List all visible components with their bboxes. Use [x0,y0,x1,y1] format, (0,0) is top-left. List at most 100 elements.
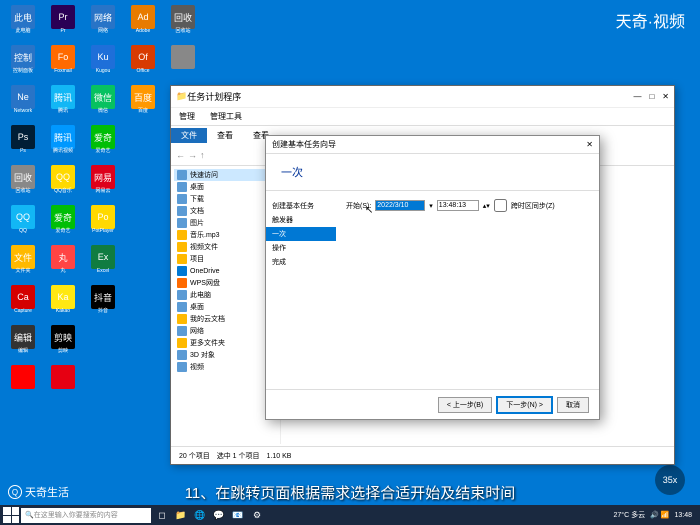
sidebar-item[interactable]: 项目 [174,253,277,265]
sync-label: 跨时区同步(Z) [511,201,555,211]
sidebar-item[interactable]: 网络 [174,325,277,337]
start-label: 开始(S): [346,201,371,211]
ribbon-tools[interactable]: 管理工具 [210,111,242,122]
taskbar: 🔍 在这里输入你要搜索的内容 ◻ 📁 🌐 💬 📧 ⚙ 27°C 多云 🔊 📶 1… [0,505,700,525]
wizard-nav-item[interactable]: 触发器 [266,213,336,227]
wizard-nav: 创建基本任务触发器一次操作完成 [266,191,336,386]
desktop-icon[interactable]: 网易网易云 [85,165,121,201]
desktop-icon[interactable]: AdAdobe [125,5,161,41]
sidebar-item[interactable]: 视频 [174,361,277,373]
date-input[interactable] [375,200,425,211]
desktop-icon[interactable]: 抖音抖音 [85,285,121,321]
desktop-icon[interactable]: 腾讯腾讯 [45,85,81,121]
subtitle-caption: 11、在跳转页面根据需求选择合适开始及结束时间 [0,482,700,503]
wizard-nav-item[interactable]: 创建基本任务 [266,199,336,213]
forward-arrow-icon[interactable]: → [188,150,197,160]
desktop-icon[interactable] [45,365,81,401]
desktop-icon[interactable]: QQQQ [5,205,41,241]
desktop-icon[interactable] [165,45,201,81]
next-button[interactable]: 下一步(N) > [497,397,552,413]
up-arrow-icon[interactable]: ↑ [200,150,205,160]
taskbar-icon[interactable]: 🌐 [191,507,209,523]
desktop-icon[interactable]: 剪映剪映 [45,325,81,361]
tray-icons[interactable]: 🔊 📶 [650,511,669,519]
taskbar-icon[interactable]: ◻ [153,507,171,523]
desktop-icon[interactable]: 控制控制面板 [5,45,41,81]
desktop-icon[interactable]: 网络网络 [85,5,121,41]
watermark-logo: 天奇·视频 [616,8,685,32]
sidebar-item[interactable]: 快速访问 [174,169,277,181]
sidebar-item[interactable]: 此电脑 [174,289,277,301]
back-button[interactable]: < 上一步(B) [438,397,492,413]
sidebar-item[interactable]: 下载 [174,193,277,205]
wizard-nav-item[interactable]: 一次 [266,227,336,241]
sidebar-item[interactable]: 桌面 [174,301,277,313]
desktop-icon[interactable]: 回收回收站 [5,165,41,201]
desktop-icon[interactable]: 腾讯腾讯视频 [45,125,81,161]
desktop-icon[interactable]: 此电此电脑 [5,5,41,41]
desktop-icon[interactable]: KuKugou [85,45,121,81]
taskbar-icon[interactable]: 📧 [229,507,247,523]
desktop-icon[interactable]: 丸丸 [45,245,81,281]
sidebar-item[interactable]: 视频文件 [174,241,277,253]
desktop-icon[interactable] [5,365,41,401]
explorer-titlebar: 📁 任务计划程序 ― □ ✕ [171,86,674,108]
maximize-button[interactable]: □ [649,92,654,101]
explorer-title: 任务计划程序 [187,90,241,103]
time-input[interactable] [437,200,479,211]
desktop-icon[interactable]: QQQQ音乐 [45,165,81,201]
taskbar-pinned: ◻ 📁 🌐 💬 📧 ⚙ [153,507,266,523]
sync-checkbox[interactable] [494,199,507,212]
sidebar-item[interactable]: WPS网盘 [174,277,277,289]
back-arrow-icon[interactable]: ← [176,150,185,160]
desktop-icon[interactable]: 回收回收站 [165,5,201,41]
desktop-icon[interactable]: OfOffice [125,45,161,81]
sidebar-item[interactable]: 桌面 [174,181,277,193]
desktop-icon[interactable]: PoPotPlayer [85,205,121,241]
desktop-icon[interactable]: 百度百度 [125,85,161,121]
wizard-nav-item[interactable]: 完成 [266,255,336,269]
clock[interactable]: 13:48 [674,512,692,519]
sidebar-item[interactable]: 更多文件夹 [174,337,277,349]
sidebar-item[interactable]: OneDrive [174,265,277,277]
desktop-icon[interactable]: FoFoxmail [45,45,81,81]
start-button[interactable] [3,507,19,523]
taskbar-search[interactable]: 🔍 在这里输入你要搜索的内容 [21,508,151,523]
wizard-title: 创建基本任务向导 [272,139,336,150]
taskbar-icon[interactable]: 💬 [210,507,228,523]
desktop-icon[interactable]: 爱奇爱奇艺 [85,125,121,161]
wizard-header: 一次 [266,154,599,191]
sidebar-item[interactable]: 文档 [174,205,277,217]
desktop-icon[interactable]: ExExcel [85,245,121,281]
sidebar-item[interactable]: 音乐.mp3 [174,229,277,241]
wizard-footer: < 上一步(B) 下一步(N) > 取消 [266,389,599,419]
sidebar-item[interactable]: 3D 对象 [174,349,277,361]
time-spinner-icon[interactable]: ▴▾ [483,202,490,210]
ribbon-manage[interactable]: 管理 [179,111,195,122]
wizard-nav-item[interactable]: 操作 [266,241,336,255]
explorer-ribbon: 管理 管理工具 [171,108,674,126]
desktop-icon[interactable]: NeNetwork [5,85,41,121]
tab-file[interactable]: 文件 [171,128,207,143]
tab-edit[interactable]: 查看 [207,128,243,143]
wizard-close-button[interactable]: ✕ [586,140,593,149]
minimize-button[interactable]: ― [633,92,641,101]
system-tray: 27°C 多云 🔊 📶 13:48 [613,510,697,520]
wizard-titlebar: 创建基本任务向导 ✕ [266,136,599,154]
close-button[interactable]: ✕ [662,92,669,101]
desktop-icon[interactable]: 爱奇爱奇艺 [45,205,81,241]
desktop-icon[interactable]: 微信微信 [85,85,121,121]
desktop-icon[interactable]: KaKakao [45,285,81,321]
sidebar-item[interactable]: 我的云文档 [174,313,277,325]
taskbar-icon[interactable]: 📁 [172,507,190,523]
desktop-icon[interactable]: CaCapture [5,285,41,321]
desktop-icon[interactable]: PrPr [45,5,81,41]
taskbar-icon[interactable]: ⚙ [248,507,266,523]
date-picker-icon[interactable]: ▾ [429,202,433,210]
desktop-icon[interactable]: 编辑编辑 [5,325,41,361]
desktop-icon[interactable]: 文件文件夹 [5,245,41,281]
desktop-icon[interactable]: PsPs [5,125,41,161]
cancel-button[interactable]: 取消 [557,397,589,413]
weather-widget[interactable]: 27°C 多云 [613,510,645,520]
sidebar-item[interactable]: 图片 [174,217,277,229]
